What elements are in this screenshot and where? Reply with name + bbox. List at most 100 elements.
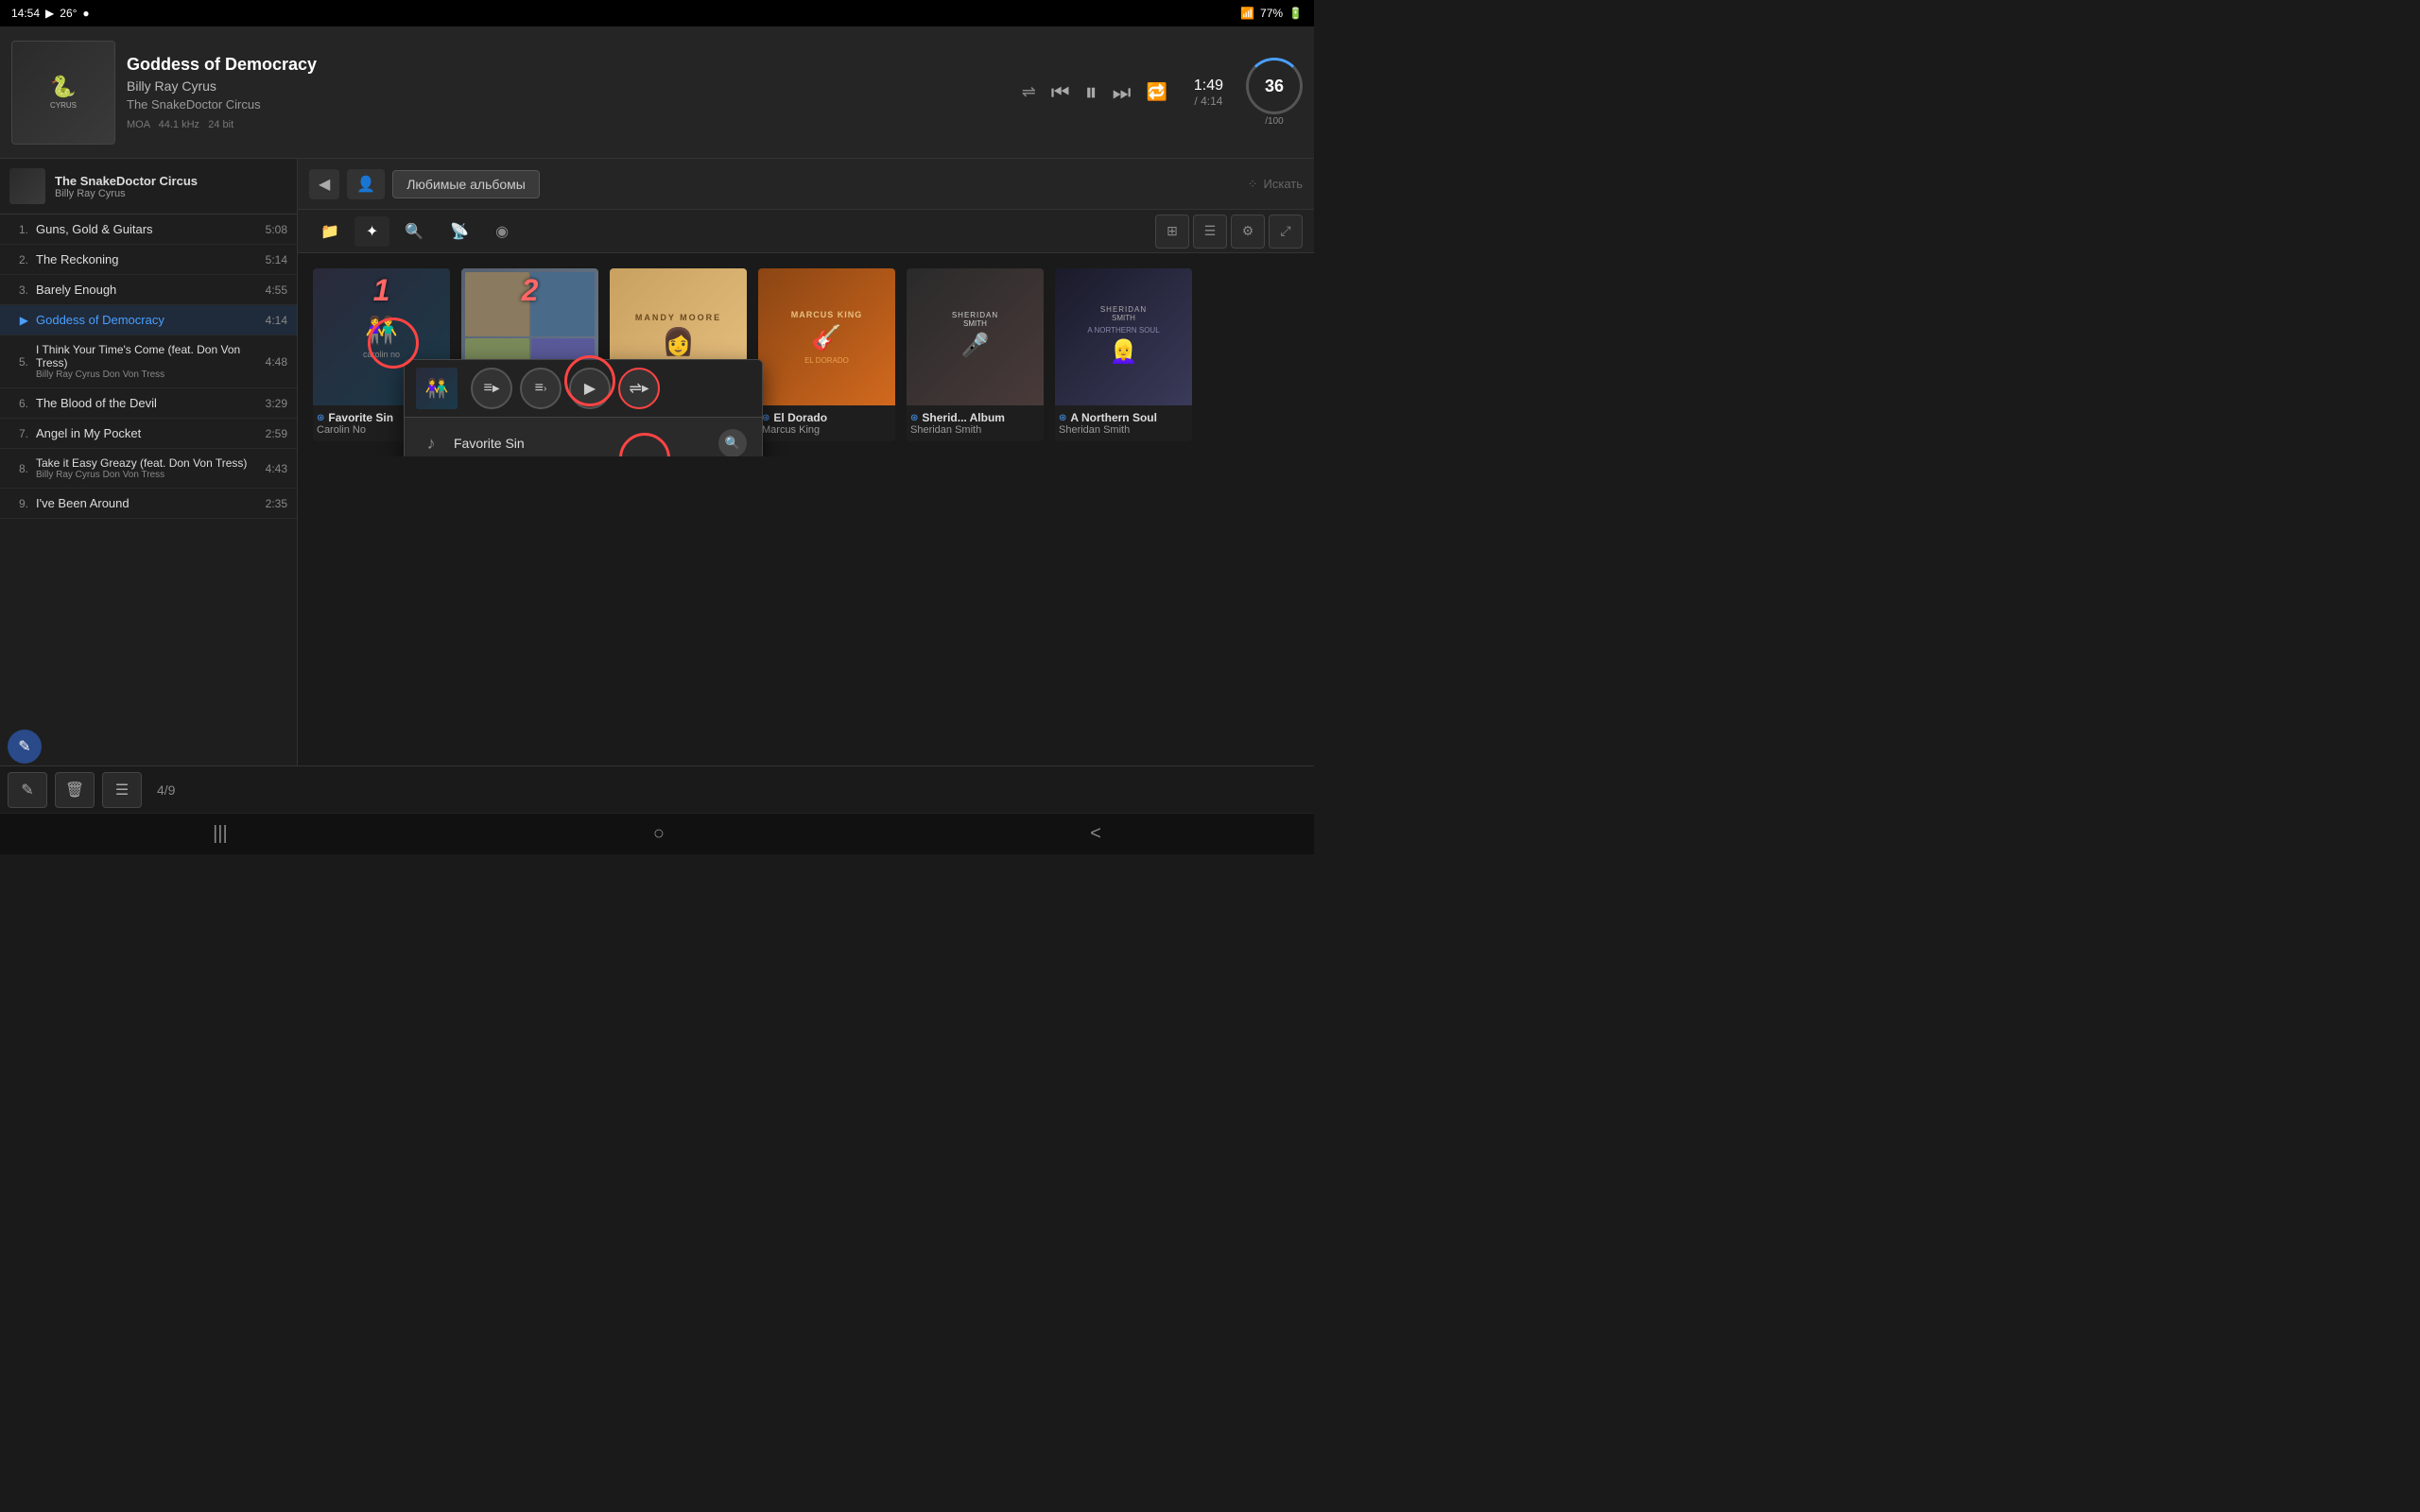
track-name: I've Been Around <box>36 496 258 510</box>
time-display-block: 1:49 / 4:14 <box>1194 77 1223 108</box>
status-left: 14:54 ▶ 26° ● <box>11 7 90 20</box>
album-card-sheridan2[interactable]: SHERIDAN SMITH A NORTHERN SOUL 👱‍♀️ ⊛ A … <box>1055 268 1192 441</box>
expand-button[interactable]: ⤢ <box>1269 215 1303 249</box>
album-info: ⊛ Sherid... Album Sheridan Smith <box>907 405 1044 441</box>
settings-button[interactable]: ⚙ <box>1231 215 1265 249</box>
volume-circle[interactable]: 36 <box>1246 58 1303 114</box>
next-button[interactable]: ⏭ <box>1113 80 1132 105</box>
tab-folder[interactable]: 📁 <box>309 216 351 247</box>
player-controls: ⇌ ⏮ ⏸ ⏭ 🔁 <box>1022 77 1167 108</box>
album-card-marcus[interactable]: MARCUS KING 🎸 EL DORADO ⊛ El Dorado Marc… <box>758 268 895 441</box>
annotation-2: 2 <box>522 273 539 308</box>
repeat-button[interactable]: 🔁 <box>1146 82 1167 102</box>
album-thumb: SHERIDAN SMITH 🎤 <box>907 268 1044 405</box>
pause-button[interactable]: ⏸ <box>1085 77 1098 108</box>
track-name: Angel in My Pocket <box>36 426 258 440</box>
track-list-panel: The SnakeDoctor Circus Billy Ray Cyrus 1… <box>0 159 298 765</box>
search-label: ⁘ Искать <box>1248 177 1303 192</box>
album-name: Sherid... Album <box>922 411 1005 424</box>
track-name: The Blood of the Devil <box>36 396 258 410</box>
aa-icon: ⊛ <box>317 413 324 423</box>
track-count: 4/9 <box>157 782 175 798</box>
ctx-album-name: Favorite Sin <box>454 436 707 451</box>
annotation-1: 1 <box>373 273 390 308</box>
album-thumb: MARCUS KING 🎸 EL DORADO <box>758 268 895 405</box>
album-name: Favorite Sin <box>328 411 393 424</box>
ctx-action-buttons: ≡▶ ≡› ▶ ⇌▶ <box>471 368 660 409</box>
tab-favorites[interactable]: ✦ <box>354 216 389 247</box>
track-artist: Billy Ray Cyrus <box>127 78 1011 94</box>
tab-radio[interactable]: 📡 <box>439 216 480 247</box>
bottom-toolbar: ✎ 🗑 ☰ 4/9 <box>0 765 1314 813</box>
back-button[interactable]: ◀ <box>309 169 339 199</box>
album-art: 🐍 CYRUS <box>11 41 115 145</box>
album-name: El Dorado <box>773 411 827 424</box>
tab-spotify[interactable]: ◉ <box>484 216 520 247</box>
battery-icon: 🔋 <box>1288 7 1303 20</box>
ctx-play-now-button[interactable]: ▶ <box>569 368 611 409</box>
ctx-item-album[interactable]: ♪ Favorite Sin 🔍 <box>405 418 762 456</box>
track-item[interactable]: 3. Barely Enough 4:55 <box>0 275 297 305</box>
battery-level: 77% <box>1260 7 1283 20</box>
tab-search[interactable]: 🔍 <box>393 216 435 247</box>
current-album-title: The SnakeDoctor Circus <box>55 174 198 188</box>
album-thumb: SHERIDAN SMITH A NORTHERN SOUL 👱‍♀️ <box>1055 268 1192 405</box>
view-tabs: 📁 ✦ 🔍 📡 ◉ ⊞ ☰ ⚙ ⤢ <box>298 210 1314 253</box>
edit-button[interactable]: ✎ <box>8 772 47 808</box>
context-menu: 👫 ≡▶ ≡› ▶ ⇌▶ ♪ Favorite Sin 🔍 <box>404 359 763 456</box>
shuffle-button[interactable]: ⇌ <box>1022 82 1036 102</box>
track-item[interactable]: 9. I've Been Around 2:35 <box>0 489 297 519</box>
track-album: The SnakeDoctor Circus <box>127 97 1011 112</box>
wifi-icon: 📶 <box>1240 7 1254 20</box>
menu-nav-button[interactable]: ||| <box>194 816 247 852</box>
breadcrumb: Любимые альбомы <box>392 170 540 198</box>
track-name: The Reckoning <box>36 252 258 266</box>
user-button[interactable]: 👤 <box>347 169 385 199</box>
right-panel: ◀ 👤 Любимые альбомы ⁘ Искать 📁 ✦ 🔍 📡 ◉ ⊞… <box>298 159 1314 765</box>
track-meta: MOA 44.1 kHz 24 bit <box>127 119 1011 130</box>
home-nav-button[interactable]: ○ <box>634 816 683 852</box>
mini-album-art <box>9 168 45 204</box>
context-menu-header: 👫 ≡▶ ≡› ▶ ⇌▶ <box>405 360 762 418</box>
ctx-queue-next-button[interactable]: ≡› <box>520 368 562 409</box>
track-item[interactable]: 5. I Think Your Time's Come (feat. Don V… <box>0 335 297 388</box>
view-controls: ⊞ ☰ ⚙ ⤢ <box>1155 215 1303 249</box>
track-name: Guns, Gold & Guitars <box>36 222 258 236</box>
total-time: / 4:14 <box>1194 94 1222 108</box>
list-view-button[interactable]: ☰ <box>1193 215 1227 249</box>
volume-label: /100 <box>1265 116 1283 127</box>
ctx-shuffle-play-button[interactable]: ⇌▶ <box>618 368 660 409</box>
main-content: The SnakeDoctor Circus Billy Ray Cyrus 1… <box>0 159 1314 765</box>
album-info: ⊛ El Dorado Marcus King <box>758 405 895 441</box>
player-bar: 🐍 CYRUS Goddess of Democracy Billy Ray C… <box>0 26 1314 159</box>
temperature: 26° <box>60 7 77 20</box>
track-item[interactable]: 7. Angel in My Pocket 2:59 <box>0 419 297 449</box>
ctx-play-list-button[interactable]: ≡▶ <box>471 368 512 409</box>
track-item[interactable]: 8. Take it Easy Greazy (feat. Don Von Tr… <box>0 449 297 489</box>
track-info: Goddess of Democracy Billy Ray Cyrus The… <box>127 55 1011 130</box>
track-item[interactable]: 6. The Blood of the Devil 3:29 <box>0 388 297 419</box>
media-icon: ▶ <box>45 7 54 20</box>
search-dots-icon: ⁘ <box>1248 177 1258 192</box>
track-name: Barely Enough <box>36 283 258 297</box>
dot-indicator: ● <box>82 7 89 20</box>
time-display: 14:54 <box>11 7 40 20</box>
track-title: Goddess of Democracy <box>127 55 1011 75</box>
ctx-search-button[interactable]: 🔍 <box>718 429 747 456</box>
status-right: 📶 77% 🔋 <box>1240 7 1303 20</box>
status-bar: 14:54 ▶ 26° ● 📶 77% 🔋 <box>0 0 1314 26</box>
track-item-playing[interactable]: ▶ Goddess of Democracy 4:14 <box>0 305 297 335</box>
volume-control[interactable]: 36 /100 <box>1246 58 1303 127</box>
edit-floating-button[interactable]: ✎ <box>8 730 42 764</box>
prev-button[interactable]: ⏮ <box>1051 80 1070 105</box>
track-item[interactable]: 1. Guns, Gold & Guitars 5:08 <box>0 215 297 245</box>
album-card-sheridan[interactable]: SHERIDAN SMITH 🎤 ⊛ Sherid... Album Sheri… <box>907 268 1044 441</box>
albums-grid: 👫 carolin no 1 ⊛ Favorite Sin Carolin No <box>298 253 1314 456</box>
track-item[interactable]: 2. The Reckoning 5:14 <box>0 245 297 275</box>
back-nav-button[interactable]: < <box>1071 816 1120 852</box>
grid-view-button[interactable]: ⊞ <box>1155 215 1189 249</box>
aa-icon: ⊛ <box>910 413 918 423</box>
delete-button[interactable]: 🗑 <box>55 772 95 808</box>
list-button[interactable]: ☰ <box>102 772 142 808</box>
aa-icon: ⊛ <box>1059 413 1066 423</box>
